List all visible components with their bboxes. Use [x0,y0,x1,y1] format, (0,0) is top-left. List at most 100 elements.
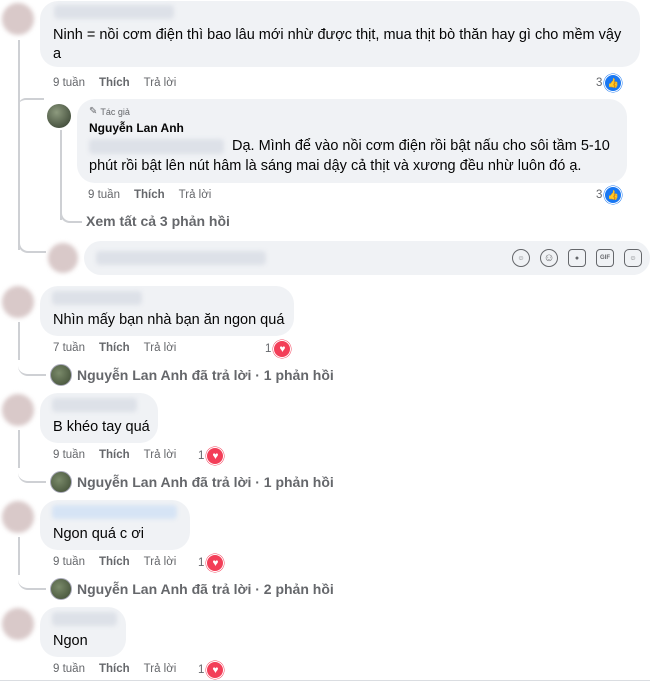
emoji-icon[interactable]: ☺ [540,249,558,267]
like-button[interactable]: Thích [99,663,130,675]
like-button[interactable]: Thích [134,189,165,201]
composer-icons: ☺ ☺ ● GIF ☺ [512,249,642,267]
comment-time[interactable]: 9 tuần [53,77,85,89]
commenter-name[interactable] [52,398,137,412]
author-name[interactable]: Nguyễn Lan Anh [89,121,184,135]
reaction-summary[interactable]: 1 ♥ [198,661,225,679]
composer-connector [18,235,46,253]
comment-bubble: Ninh = nồi cơm điện thì bao lâu mới nhừ … [40,1,640,67]
like-button[interactable]: Thích [99,449,130,461]
comment-text: Nhìn mấy bạn nhà bạn ăn ngon quá [53,312,285,328]
comment-time[interactable]: 9 tuần [53,663,85,675]
comment-actions: 7 tuần Thích Trả lời [53,342,176,354]
reply-button[interactable]: Trả lời [144,663,177,675]
comment-time[interactable]: 7 tuần [53,342,85,354]
author-reply-line1: Dạ. Mình để vào nồi cơm điện rồi bật nấu… [232,138,610,154]
comment-time[interactable]: 9 tuần [53,556,85,568]
reply-button[interactable]: Trả lời [144,556,177,568]
camera-icon[interactable]: ● [568,249,586,267]
like-button[interactable]: Thích [99,77,130,89]
comment-text: Ninh = nồi cơm điện thì bao lâu mới nhừ … [53,27,622,62]
author-avatar [50,364,72,386]
comment-bubble: Ngon [40,607,126,657]
author-avatar[interactable] [47,104,71,128]
replies-label: Nguyễn Lan Anh đã trả lời · 1 phản hồi [77,474,334,490]
current-user-avatar [48,243,78,273]
comment-bubble: Nhìn mấy bạn nhà bạn ăn ngon quá [40,286,294,336]
replies-connector [18,572,46,590]
reaction-summary[interactable]: 3 👍 [596,74,623,92]
mentioned-name[interactable] [89,139,224,154]
reply-composer[interactable]: ☺ ☺ ● GIF ☺ [84,241,650,275]
comment-actions: 9 tuần Thích Trả lời [53,663,176,675]
comment-bubble: Ngon quá c ơi [40,500,190,550]
reply-button[interactable]: Trả lời [144,342,177,354]
comment-time[interactable]: 9 tuần [53,449,85,461]
comment-actions: 9 tuần Thích Trả lời [53,556,176,568]
thread-line [18,537,20,575]
replies-label: Nguyễn Lan Anh đã trả lời · 1 phản hồi [77,367,334,383]
view-replies-link[interactable]: Nguyễn Lan Anh đã trả lời · 1 phản hồi [50,471,334,493]
commenter-avatar[interactable] [2,608,34,640]
view-all-connector [60,205,82,223]
author-reply-bubble: ✎ Tác giả Nguyễn Lan Anh Dạ. Mình để vào… [77,99,627,183]
commenter-name[interactable] [52,291,142,305]
love-reaction-icon: ♥ [273,340,292,358]
love-reaction-icon: ♥ [206,447,225,465]
reaction-count: 1 [198,557,205,569]
author-avatar [50,578,72,600]
reaction-summary[interactable]: 3 👍 [596,186,623,204]
author-badge: ✎ Tác giả [89,106,130,117]
thread-line [18,40,20,250]
reply-connector [18,98,44,114]
reaction-summary[interactable]: 1 ♥ [198,447,225,465]
commenter-name[interactable] [52,505,177,519]
view-all-replies-link[interactable]: Xem tất cả 3 phản hồi [86,213,230,229]
reaction-count: 1 [265,343,272,355]
reaction-summary[interactable]: 1 ♥ [265,340,292,358]
commenter-name[interactable] [54,5,174,19]
comment-actions: 9 tuần Thích Trả lời [53,449,176,461]
reaction-summary[interactable]: 1 ♥ [198,554,225,572]
like-button[interactable]: Thích [99,342,130,354]
reaction-count: 3 [596,189,603,201]
love-reaction-icon: ♥ [206,661,225,679]
view-replies-link[interactable]: Nguyễn Lan Anh đã trả lời · 2 phản hồi [50,578,334,600]
reply-button[interactable]: Trả lời [179,189,212,201]
reaction-count: 1 [198,664,205,676]
replies-connector [18,358,46,376]
comment-bubble: B khéo tay quá [40,393,158,443]
love-reaction-icon: ♥ [206,554,225,572]
author-reply-actions: 9 tuần Thích Trả lời [88,189,211,201]
replies-connector [18,465,46,483]
divider [0,680,650,681]
avatar-sticker-icon[interactable]: ☺ [512,249,530,267]
commenter-avatar[interactable] [2,501,34,533]
reply-button[interactable]: Trả lời [144,77,177,89]
composer-mention [96,251,266,265]
reply-time[interactable]: 9 tuần [88,189,120,201]
thread-line [18,322,20,360]
sticker-icon[interactable]: ☺ [624,249,642,267]
thread-line [18,430,20,468]
comment-text: B khéo tay quá [53,419,150,435]
comment-text: Ngon quá c ơi [53,526,144,542]
like-reaction-icon: 👍 [604,186,623,204]
comment-text: Ngon [53,633,88,649]
commenter-name[interactable] [52,612,117,626]
author-avatar [50,471,72,493]
view-replies-link[interactable]: Nguyễn Lan Anh đã trả lời · 1 phản hồi [50,364,334,386]
like-reaction-icon: 👍 [604,74,623,92]
commenter-avatar[interactable] [2,394,34,426]
reaction-count: 3 [596,77,603,89]
replies-label: Nguyễn Lan Anh đã trả lời · 2 phản hồi [77,581,334,597]
gif-icon[interactable]: GIF [596,249,614,267]
reaction-count: 1 [198,450,205,462]
comment-actions: 9 tuần Thích Trả lời [53,77,176,89]
commenter-avatar[interactable] [2,286,34,318]
commenter-avatar[interactable] [2,3,34,35]
author-reply-line2: phút rồi bật lên nút hâm là sáng mai dậy… [89,158,582,174]
like-button[interactable]: Thích [99,556,130,568]
reply-button[interactable]: Trả lời [144,449,177,461]
pencil-icon: ✎ [89,106,98,117]
